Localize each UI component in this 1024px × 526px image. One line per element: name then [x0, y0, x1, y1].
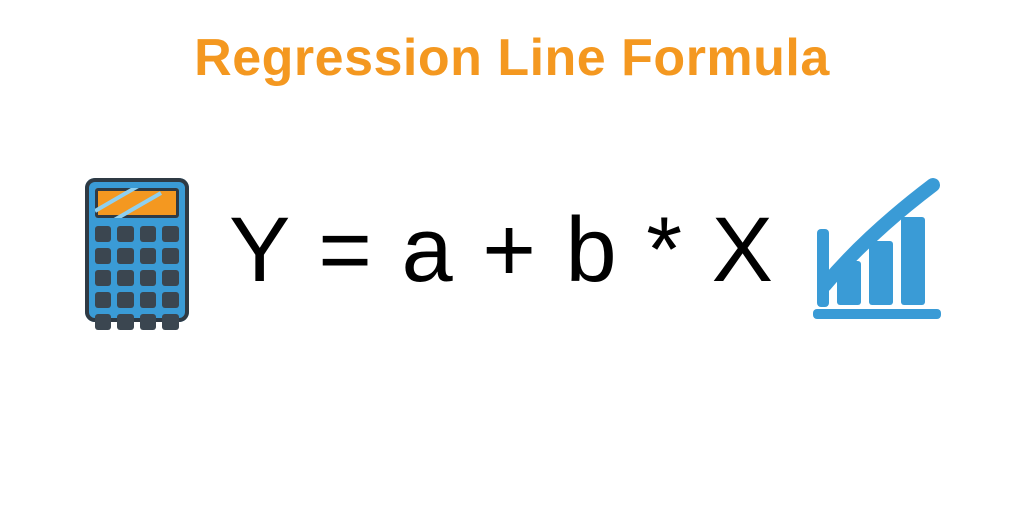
- growth-chart-icon: [807, 175, 947, 325]
- content-row: Y = a + b * X: [0, 170, 1024, 330]
- formula-text: Y = a + b * X: [229, 198, 775, 303]
- calculator-icon: [77, 170, 197, 330]
- page-title: Regression Line Formula: [0, 28, 1024, 88]
